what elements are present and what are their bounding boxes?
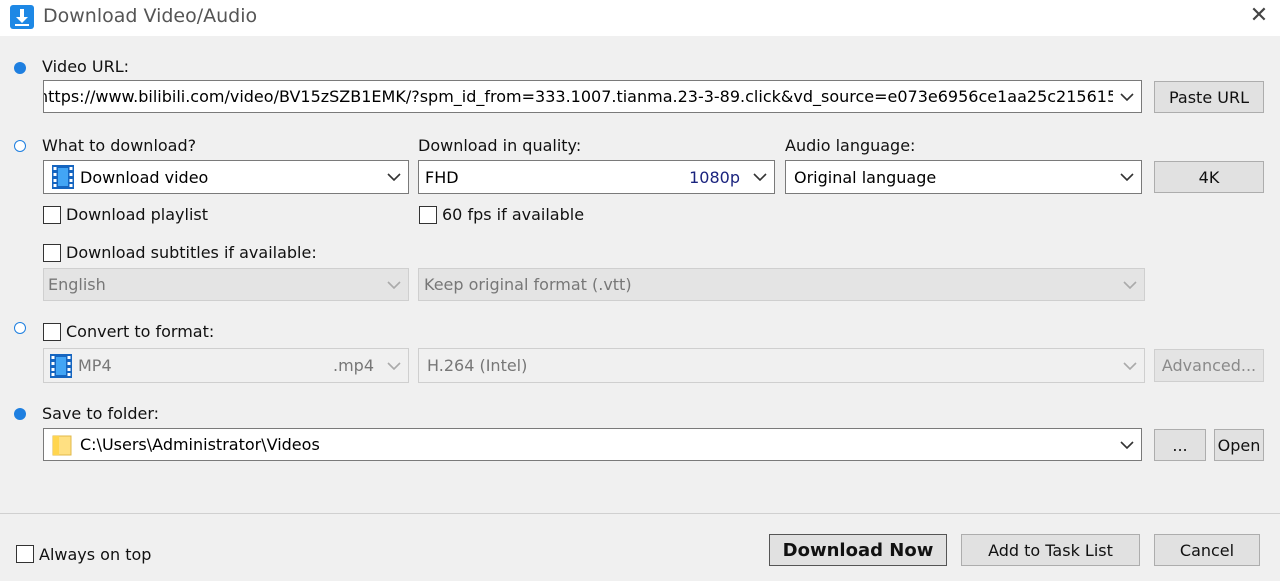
60fps-label: 60 fps if available — [442, 205, 585, 224]
download-playlist-label: Download playlist — [66, 205, 208, 224]
film-icon — [50, 353, 72, 378]
video-url-value: https://www.bilibili.com/video/BV15zSZB1… — [44, 87, 1113, 106]
chevron-down-icon[interactable] — [1113, 81, 1141, 112]
output-format-select[interactable]: MP4 .mp4 — [43, 348, 409, 383]
download-now-button[interactable]: Download Now — [769, 534, 947, 566]
save-folder-value: C:\Users\Administrator\Videos — [80, 435, 320, 454]
subtitle-format-select[interactable]: Keep original format (.vtt) — [418, 268, 1145, 301]
subtitle-language-select[interactable]: English — [43, 268, 409, 301]
step-bullet-url — [14, 62, 26, 74]
resolution-value: 1080p — [689, 167, 740, 187]
download-playlist-checkbox[interactable] — [43, 206, 61, 224]
save-folder-label: Save to folder: — [42, 404, 160, 423]
quality-value: FHD — [425, 167, 459, 187]
60fps-checkbox[interactable] — [419, 206, 437, 224]
add-to-task-list-button[interactable]: Add to Task List — [961, 534, 1140, 566]
chevron-down-icon[interactable] — [1113, 161, 1141, 193]
footer-divider — [0, 513, 1280, 514]
what-to-download-label: What to download? — [42, 136, 197, 155]
4k-button[interactable]: 4K — [1154, 161, 1264, 193]
audio-language-value: Original language — [794, 167, 937, 187]
browse-folder-button[interactable]: ... — [1154, 429, 1206, 461]
output-extension-value: .mp4 — [332, 356, 374, 375]
paste-url-button[interactable]: Paste URL — [1154, 81, 1264, 113]
window-title: Download Video/Audio — [43, 5, 258, 27]
chevron-down-icon[interactable] — [380, 161, 408, 193]
cancel-button[interactable]: Cancel — [1154, 534, 1260, 566]
film-icon — [52, 165, 74, 189]
close-icon[interactable]: ✕ — [1248, 3, 1270, 29]
step-bullet-what — [14, 140, 26, 152]
always-on-top-checkbox[interactable] — [16, 545, 34, 563]
chevron-down-icon[interactable] — [380, 349, 408, 382]
audio-language-label: Audio language: — [785, 136, 916, 155]
convert-format-label: Convert to format: — [66, 322, 215, 341]
download-app-icon — [10, 5, 34, 29]
chevron-down-icon[interactable] — [1113, 429, 1141, 460]
codec-select[interactable]: H.264 (Intel) — [418, 348, 1145, 383]
what-to-download-value: Download video — [80, 167, 209, 187]
save-folder-combobox[interactable]: C:\Users\Administrator\Videos — [43, 428, 1142, 461]
output-format-value: MP4 — [78, 356, 112, 375]
step-bullet-save — [14, 408, 26, 420]
open-folder-button[interactable]: Open — [1214, 429, 1264, 461]
codec-value: H.264 (Intel) — [427, 356, 528, 375]
quality-label: Download in quality: — [418, 136, 582, 155]
video-url-combobox[interactable]: https://www.bilibili.com/video/BV15zSZB1… — [43, 80, 1142, 113]
quality-select[interactable]: FHD 1080p — [418, 160, 775, 194]
chevron-down-icon[interactable] — [380, 269, 408, 300]
chevron-down-icon[interactable] — [1116, 349, 1144, 382]
video-url-label: Video URL: — [42, 57, 130, 76]
what-to-download-select[interactable]: Download video — [43, 160, 409, 194]
advanced-button[interactable]: Advanced... — [1154, 349, 1264, 382]
download-subtitles-checkbox[interactable] — [43, 244, 61, 262]
step-bullet-convert — [14, 322, 26, 334]
audio-language-select[interactable]: Original language — [785, 160, 1142, 194]
download-subtitles-label: Download subtitles if available: — [66, 243, 317, 262]
folder-icon — [52, 434, 72, 456]
subtitle-language-value: English — [48, 275, 106, 294]
chevron-down-icon[interactable] — [746, 161, 774, 193]
always-on-top-label: Always on top — [39, 545, 152, 564]
convert-format-checkbox[interactable] — [43, 323, 61, 341]
chevron-down-icon[interactable] — [1116, 269, 1144, 300]
subtitle-format-value: Keep original format (.vtt) — [424, 275, 632, 294]
